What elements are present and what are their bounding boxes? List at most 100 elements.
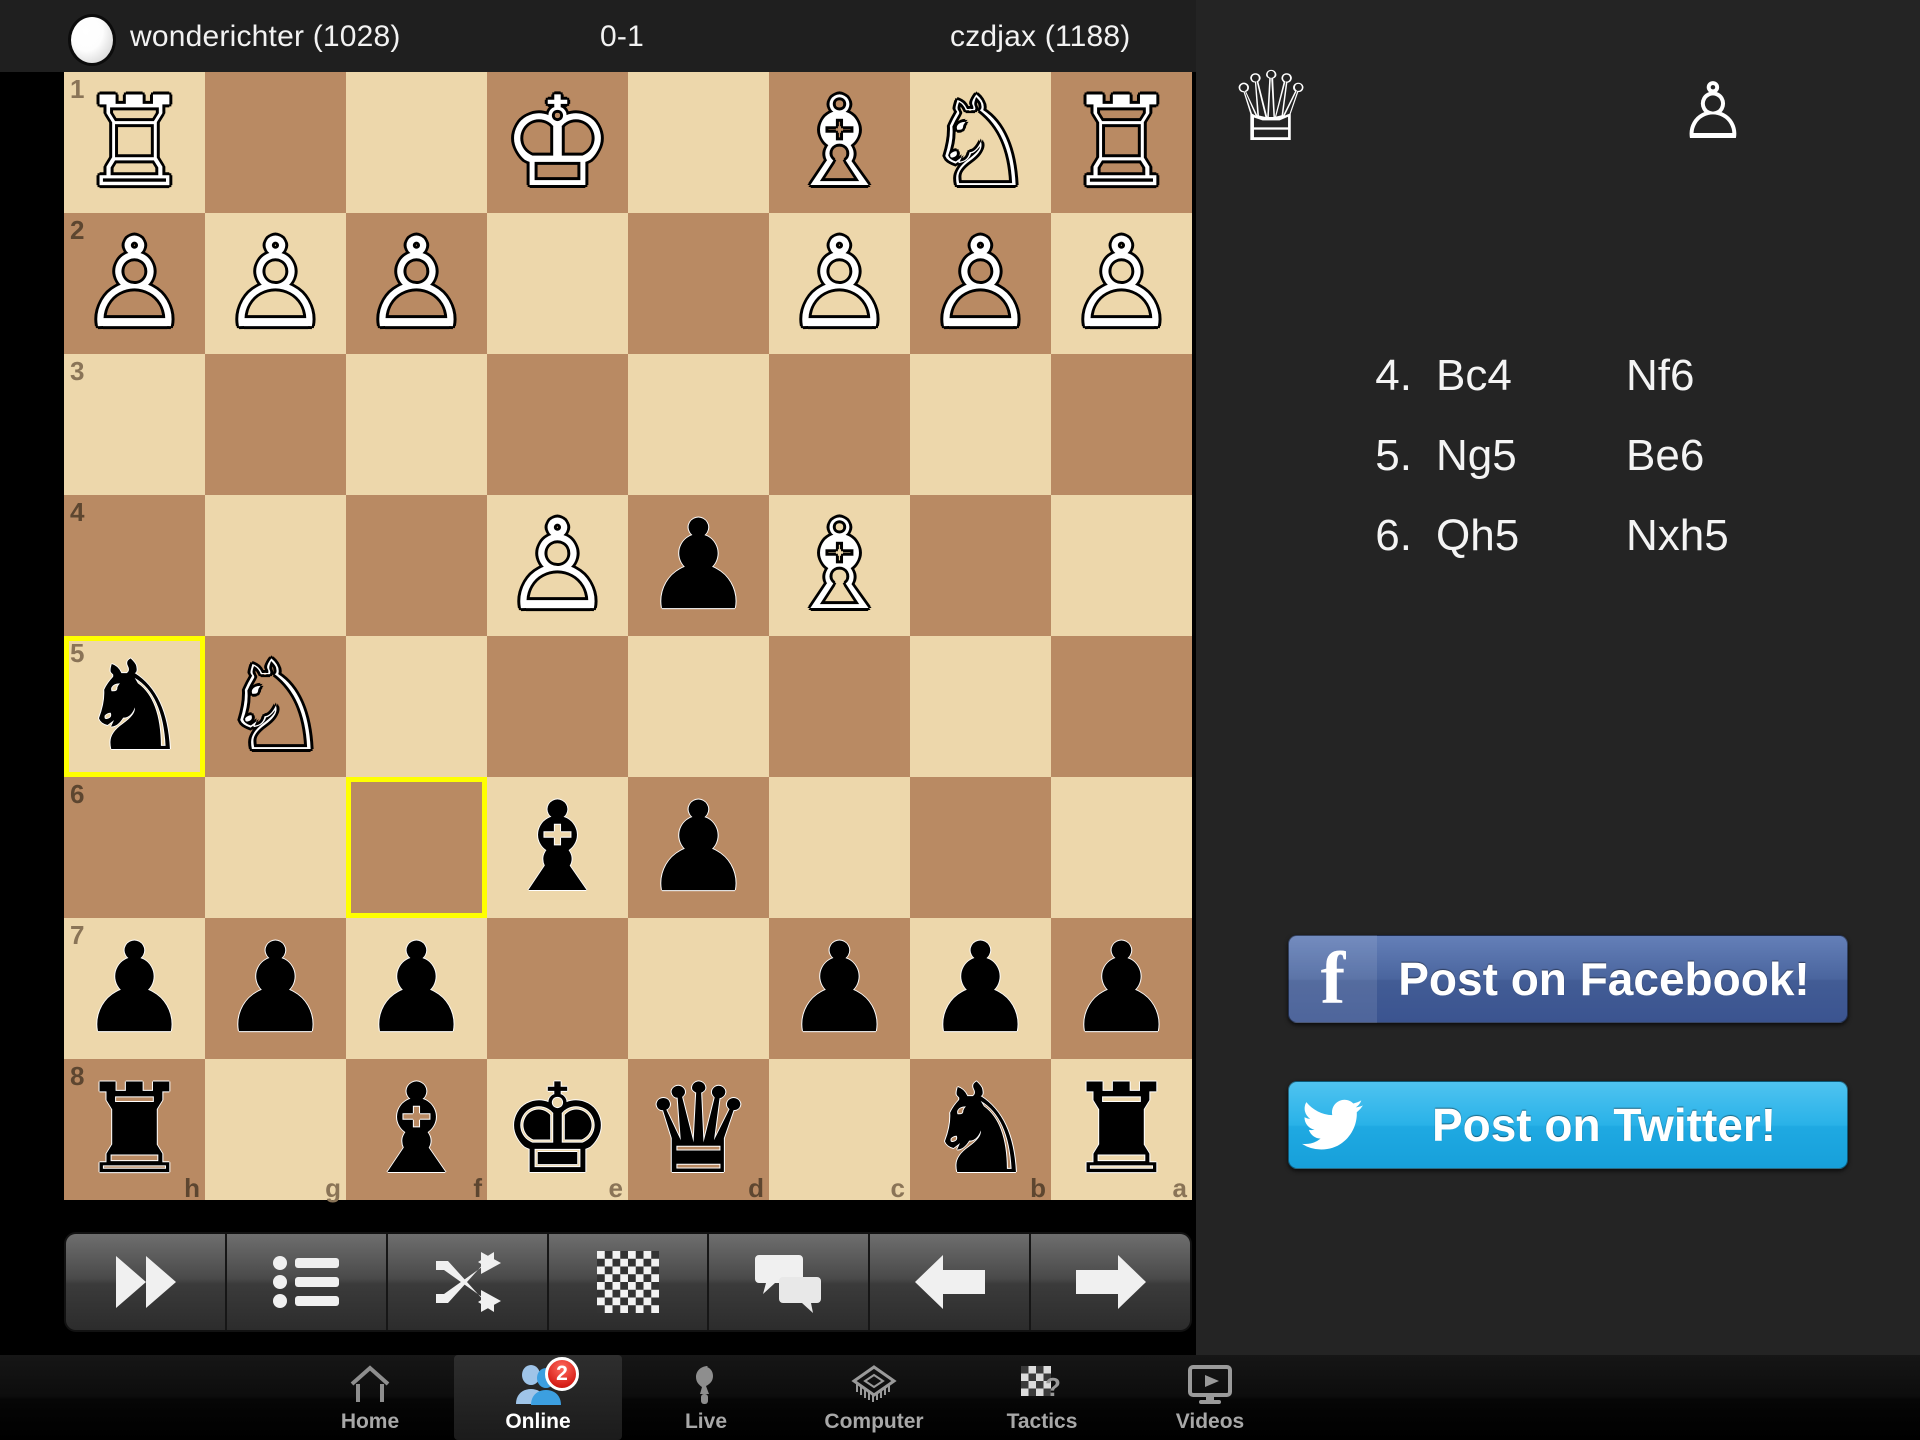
tab-home[interactable]: Home [286,1355,454,1440]
board-square-g3[interactable] [205,354,346,495]
board-square-e7[interactable] [487,918,628,1059]
board-square-f4[interactable] [346,495,487,636]
white-rook-a1[interactable]: ♖ [1051,72,1192,213]
board-square-g5[interactable]: ♘ [205,636,346,777]
black-king-e8[interactable]: ♚ [487,1059,628,1200]
board-square-d6[interactable]: ♟ [628,777,769,918]
board-square-d3[interactable] [628,354,769,495]
board-square-a7[interactable]: ♟ [1051,918,1192,1059]
board-square-d4[interactable]: ♟ [628,495,769,636]
chat-button[interactable] [709,1234,871,1330]
board-square-f1[interactable] [346,72,487,213]
board-square-g6[interactable] [205,777,346,918]
board-square-f8[interactable]: f ♝ [346,1059,487,1203]
black-bishop-f8[interactable]: ♝ [346,1059,487,1200]
white-rook-h1[interactable]: ♖ [64,72,205,213]
board-square-e1[interactable]: ♔ [487,72,628,213]
black-knight-h5[interactable]: ♞ [64,636,205,777]
board-square-h2[interactable]: 2 ♙ [64,213,205,354]
previous-move-button[interactable] [870,1234,1032,1330]
board-square-c8[interactable]: c [769,1059,910,1203]
white-pawn-b2[interactable]: ♙ [910,213,1051,354]
fast-forward-button[interactable] [66,1234,227,1330]
board-square-a3[interactable] [1051,354,1192,495]
board-square-f6[interactable] [346,777,487,918]
board-square-d1[interactable] [628,72,769,213]
white-pawn-a2[interactable]: ♙ [1051,213,1192,354]
board-square-h6[interactable]: 6 [64,777,205,918]
board-square-c1[interactable]: ♗ [769,72,910,213]
board-square-f7[interactable]: ♟ [346,918,487,1059]
post-on-twitter-button[interactable]: Post on Twitter! [1288,1081,1848,1169]
board-square-b7[interactable]: ♟ [910,918,1051,1059]
board-square-c4[interactable]: ♗ [769,495,910,636]
black-rook-h8[interactable]: ♜ [64,1059,205,1200]
white-move[interactable]: Qh5 [1426,511,1626,561]
black-knight-b8[interactable]: ♞ [910,1059,1051,1200]
board-square-b8[interactable]: b ♞ [910,1059,1051,1203]
board-square-e6[interactable]: ♝ [487,777,628,918]
white-pawn-f2[interactable]: ♙ [346,213,487,354]
board-square-a1[interactable]: ♖ [1051,72,1192,213]
tab-tactics[interactable]: ? Tactics [958,1355,1126,1440]
board-square-e4[interactable]: ♙ [487,495,628,636]
black-pawn-f7[interactable]: ♟ [346,918,487,1059]
white-knight-b1[interactable]: ♘ [910,72,1051,213]
board-square-c6[interactable] [769,777,910,918]
board-square-b1[interactable]: ♘ [910,72,1051,213]
board-square-e3[interactable] [487,354,628,495]
board-square-c3[interactable] [769,354,910,495]
board-square-c7[interactable]: ♟ [769,918,910,1059]
board-square-g2[interactable]: ♙ [205,213,346,354]
board-square-a4[interactable] [1051,495,1192,636]
board-square-f3[interactable] [346,354,487,495]
white-pawn-g2[interactable]: ♙ [205,213,346,354]
board-square-g8[interactable]: g [205,1059,346,1203]
move-list-button[interactable] [226,1234,388,1330]
board-square-g1[interactable] [205,72,346,213]
shuffle-button[interactable] [387,1234,549,1330]
black-queen-d8[interactable]: ♛ [628,1059,769,1200]
board-square-e8[interactable]: e ♚ [487,1059,628,1203]
board-square-c2[interactable]: ♙ [769,213,910,354]
tab-videos[interactable]: Videos [1126,1355,1294,1440]
board-square-g4[interactable] [205,495,346,636]
white-pawn-h2[interactable]: ♙ [64,213,205,354]
move-list[interactable]: 4. Bc4 Nf6 5. Ng5 Be6 6. Qh5 Nxh5 [1196,336,1920,576]
black-pawn-h7[interactable]: ♟ [64,918,205,1059]
white-knight-g5[interactable]: ♘ [205,636,346,777]
board-settings-button[interactable] [548,1234,710,1330]
board-square-b2[interactable]: ♙ [910,213,1051,354]
tab-computer[interactable]: Computer [790,1355,958,1440]
black-move[interactable]: Nf6 [1626,351,1694,401]
board-square-h5[interactable]: 5 ♞ [64,636,205,777]
board-square-a2[interactable]: ♙ [1051,213,1192,354]
white-move[interactable]: Bc4 [1426,351,1626,401]
white-move[interactable]: Ng5 [1426,431,1626,481]
board-square-f2[interactable]: ♙ [346,213,487,354]
white-bishop-c1[interactable]: ♗ [769,72,910,213]
board-square-a8[interactable]: a ♜ [1051,1059,1192,1203]
black-bishop-e6[interactable]: ♝ [487,777,628,918]
board-square-a6[interactable] [1051,777,1192,918]
board-square-h7[interactable]: 7 ♟ [64,918,205,1059]
board-square-b6[interactable] [910,777,1051,918]
black-pawn-c7[interactable]: ♟ [769,918,910,1059]
board-square-d7[interactable] [628,918,769,1059]
tab-live[interactable]: Live [622,1355,790,1440]
board-square-a5[interactable] [1051,636,1192,777]
board-square-f5[interactable] [346,636,487,777]
board-square-d5[interactable] [628,636,769,777]
post-on-facebook-button[interactable]: f Post on Facebook! [1288,935,1848,1023]
board-square-h4[interactable]: 4 [64,495,205,636]
white-pawn-e4[interactable]: ♙ [487,495,628,636]
board-square-d8[interactable]: d ♛ [628,1059,769,1203]
board-square-c5[interactable] [769,636,910,777]
black-move[interactable]: Be6 [1626,431,1704,481]
board-square-h1[interactable]: 1 ♖ [64,72,205,213]
next-move-button[interactable] [1031,1234,1190,1330]
white-bishop-c4[interactable]: ♗ [769,495,910,636]
black-pawn-b7[interactable]: ♟ [910,918,1051,1059]
white-king-e1[interactable]: ♔ [487,72,628,213]
tab-online[interactable]: 2 Online [454,1355,622,1440]
